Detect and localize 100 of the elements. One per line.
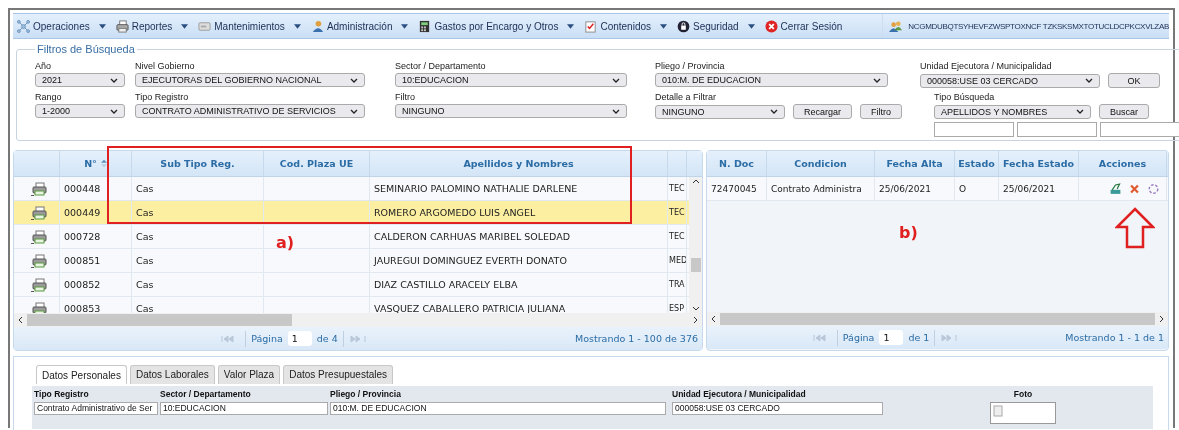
search-field[interactable] <box>1017 122 1097 137</box>
tab[interactable]: Datos Presupuestales <box>283 365 393 384</box>
user-icon <box>310 19 324 33</box>
scroll-thumb[interactable] <box>27 314 292 326</box>
image-placeholder-icon <box>993 405 1005 417</box>
page-label: Página <box>842 332 875 343</box>
table-row[interactable]: 000853 Cas VASQUEZ CABALLERO PATRICIA JULIANA ESP <box>14 297 689 313</box>
edit-icon[interactable] <box>1109 182 1122 195</box>
column-header[interactable]: Fecha Alta <box>875 151 955 176</box>
menu-item[interactable]: Reportes <box>115 19 189 33</box>
tab[interactable]: Valor Plaza <box>217 365 281 384</box>
table-cell: CALDERON CARHUAS MARIBEL SOLEDAD <box>374 231 571 242</box>
action-button[interactable]: Recargar <box>793 104 852 119</box>
field-label: Unidad Ejecutora / Municipalidad <box>672 389 807 401</box>
action-button[interactable]: Filtro <box>860 104 902 119</box>
field-label: Tipo Registro <box>34 389 90 401</box>
search-field[interactable] <box>1100 122 1179 137</box>
table-cell: TEC <box>669 184 685 193</box>
chevron-icon <box>1085 78 1093 83</box>
field-label: Rango <box>35 91 63 104</box>
menu-item[interactable]: Operaciones <box>17 19 106 33</box>
menu-item[interactable]: Gastos por Encargo y Otros <box>418 19 575 33</box>
chevron-icon <box>873 77 881 83</box>
field-label: Sector / Departamento <box>160 389 252 401</box>
text-field[interactable]: 010:M. DE EDUCACION <box>330 402 666 415</box>
card-icon <box>198 19 212 33</box>
select-field[interactable]: 000058:USE 03 CERCADO <box>920 73 1100 88</box>
table-cell: MED <box>669 256 686 265</box>
table-cell: Cas <box>136 255 154 266</box>
column-header[interactable]: Cod. Plaza UE <box>264 151 370 176</box>
record-summary: Mostrando 1 - 100 de 376 <box>575 333 698 344</box>
delete-icon[interactable] <box>1128 182 1141 195</box>
table-cell: Cas <box>136 183 154 194</box>
scroll-thumb[interactable] <box>720 313 1155 325</box>
column-header[interactable]: Condicion <box>767 151 875 176</box>
printer-icon[interactable] <box>30 253 47 268</box>
printer-icon[interactable] <box>30 277 47 292</box>
select-field[interactable]: CONTRATO ADMINISTRATIVO DE SERVICIOS <box>135 104 365 118</box>
menu-item[interactable]: Seguridad <box>677 19 755 33</box>
select-field[interactable]: APELLIDOS Y NOMBRES <box>934 104 1091 119</box>
column-header[interactable]: Acciones <box>1079 151 1167 176</box>
table-cell: 000851 <box>64 255 101 266</box>
menu-item[interactable]: Cerrar Sesión <box>764 19 843 33</box>
search-field[interactable] <box>934 122 1014 137</box>
text-field[interactable]: 10:EDUCACION <box>160 402 328 415</box>
network-icon <box>17 19 30 33</box>
text-field[interactable]: Contrato Administrativo de Ser <box>34 402 158 415</box>
action-button[interactable]: Buscar <box>1099 104 1150 119</box>
column-header[interactable]: Estado <box>955 151 999 176</box>
table-row[interactable]: 000852 Cas DIAZ CASTILLO ARACELY ELBA TRA <box>14 273 689 297</box>
table-cell: 000853 <box>64 303 101 313</box>
annotation-label: b) <box>899 223 918 242</box>
tab[interactable]: Datos Personales <box>36 365 127 384</box>
menu-item[interactable]: Administración <box>310 19 409 33</box>
table-row[interactable]: 72470045 Contrato Administra 25/06/2021 O 25/06/2021 <box>707 177 1168 201</box>
scroll-thumb[interactable] <box>690 258 701 272</box>
table-cell: 72470045 <box>711 183 757 194</box>
action-button[interactable]: OK <box>1108 73 1160 88</box>
record-summary: Mostrando 1 - 1 de 1 <box>1065 332 1164 343</box>
select-field[interactable]: NINGUNO <box>395 104 627 118</box>
user-code: NCGMDUBQTSYHEVFZWSPTOXNCF TZKSKSMXTOTUCLDCPKCXVLZAB <box>908 21 1169 31</box>
field-label: Detalle a Filtrar <box>655 91 718 104</box>
select-field[interactable]: 010:M. DE EDUCACION <box>655 73 888 87</box>
refresh-icon[interactable] <box>1147 182 1160 195</box>
vertical-scrollbar[interactable] <box>689 177 702 313</box>
horizontal-scrollbar[interactable] <box>707 312 1168 326</box>
table-row[interactable]: 000449 Cas ROMERO ARGOMEDO LUIS ANGEL TEC <box>14 201 689 225</box>
select-field[interactable]: NINGUNO <box>655 104 785 119</box>
lock-icon <box>677 19 690 33</box>
column-header[interactable]: Fecha Estado <box>999 151 1079 176</box>
table-cell: TRA <box>669 280 685 289</box>
menu-item[interactable]: Mantenimientos <box>198 19 301 33</box>
page-field[interactable]: 1 <box>879 330 904 345</box>
table-cell: ROMERO ARGOMEDO LUIS ANGEL <box>374 207 536 218</box>
table-cell: 000728 <box>64 231 101 242</box>
printer-icon[interactable] <box>30 205 47 220</box>
column-header[interactable]: N. Doc <box>707 151 767 176</box>
column-header[interactable]: Sub Tipo Reg. <box>132 151 264 176</box>
select-field[interactable]: 2021 <box>35 73 125 87</box>
caret-icon <box>98 23 106 29</box>
table-row[interactable]: 000448 Cas SEMINARIO PALOMINO NATHALIE DARLENE TEC <box>14 177 689 201</box>
printer-icon <box>115 19 129 33</box>
chevron-icon <box>612 77 620 83</box>
select-field[interactable]: 10:EDUCACION <box>395 73 627 87</box>
column-header[interactable]: Apellidos y Nombres <box>370 151 668 176</box>
menu-item[interactable]: Contenidos <box>584 19 667 33</box>
chevron-icon <box>1076 109 1084 114</box>
users-icon <box>889 19 903 33</box>
printer-icon[interactable] <box>30 229 47 244</box>
column-header[interactable]: N° <box>60 151 132 176</box>
select-field[interactable]: 1-2000 <box>35 104 125 118</box>
text-field[interactable]: 000058:USE 03 CERCADO <box>672 402 883 415</box>
printer-icon[interactable] <box>30 181 47 196</box>
tab[interactable]: Datos Laborales <box>129 365 215 384</box>
field-label: Foto <box>1013 389 1033 401</box>
page-field[interactable]: 1 <box>287 331 312 346</box>
horizontal-scrollbar[interactable] <box>14 313 702 327</box>
chevron-icon <box>350 77 358 83</box>
select-field[interactable]: EJECUTORAS DEL GOBIERNO NACIONAL <box>135 73 365 87</box>
caret-icon <box>401 23 409 29</box>
